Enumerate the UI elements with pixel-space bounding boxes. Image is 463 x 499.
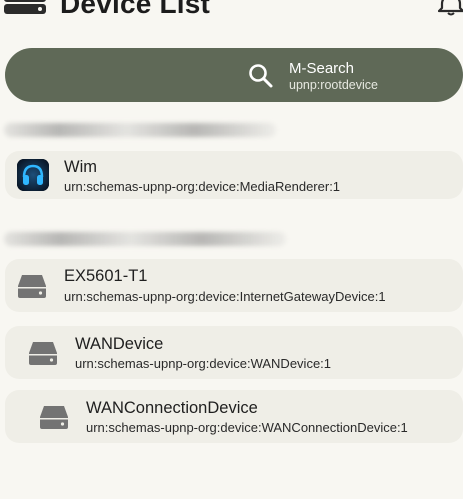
hard-drive-icon <box>29 342 57 365</box>
device-name: WANDevice <box>75 335 164 353</box>
m-search-target: upnp:rootdevice <box>289 78 378 92</box>
server-icon <box>4 0 46 14</box>
device-card-wanconnectiondevice[interactable]: WANConnectionDevice urn:schemas-upnp-org… <box>5 390 463 443</box>
device-card-wim[interactable]: Wim urn:schemas-upnp-org:device:MediaRen… <box>5 151 463 199</box>
redacted-group-header <box>4 232 286 246</box>
device-card-wandevice[interactable]: WANDevice urn:schemas-upnp-org:device:WA… <box>5 326 463 379</box>
m-search-button[interactable]: M-Search upnp:rootdevice <box>5 48 463 102</box>
device-card-ex5601-t1[interactable]: EX5601-T1 urn:schemas-upnp-org:device:In… <box>5 259 463 312</box>
device-name: EX5601-T1 <box>64 267 148 285</box>
notification-bell-icon[interactable] <box>438 0 463 16</box>
device-type: urn:schemas-upnp-org:device:WANConnectio… <box>86 420 408 435</box>
media-renderer-app-icon <box>17 159 49 191</box>
search-icon <box>249 64 273 88</box>
device-name: Wim <box>64 158 97 176</box>
device-name: WANConnectionDevice <box>86 399 258 417</box>
device-type: urn:schemas-upnp-org:device:WANDevice:1 <box>75 356 332 371</box>
hard-drive-icon <box>40 406 68 429</box>
device-type: urn:schemas-upnp-org:device:InternetGate… <box>64 289 386 304</box>
m-search-title: M-Search <box>289 60 355 77</box>
hard-drive-icon <box>18 275 46 298</box>
page-title: Device List <box>60 0 211 19</box>
app-header: Device List <box>0 0 463 20</box>
device-type: urn:schemas-upnp-org:device:MediaRendere… <box>64 179 341 194</box>
redacted-group-header <box>4 123 276 137</box>
